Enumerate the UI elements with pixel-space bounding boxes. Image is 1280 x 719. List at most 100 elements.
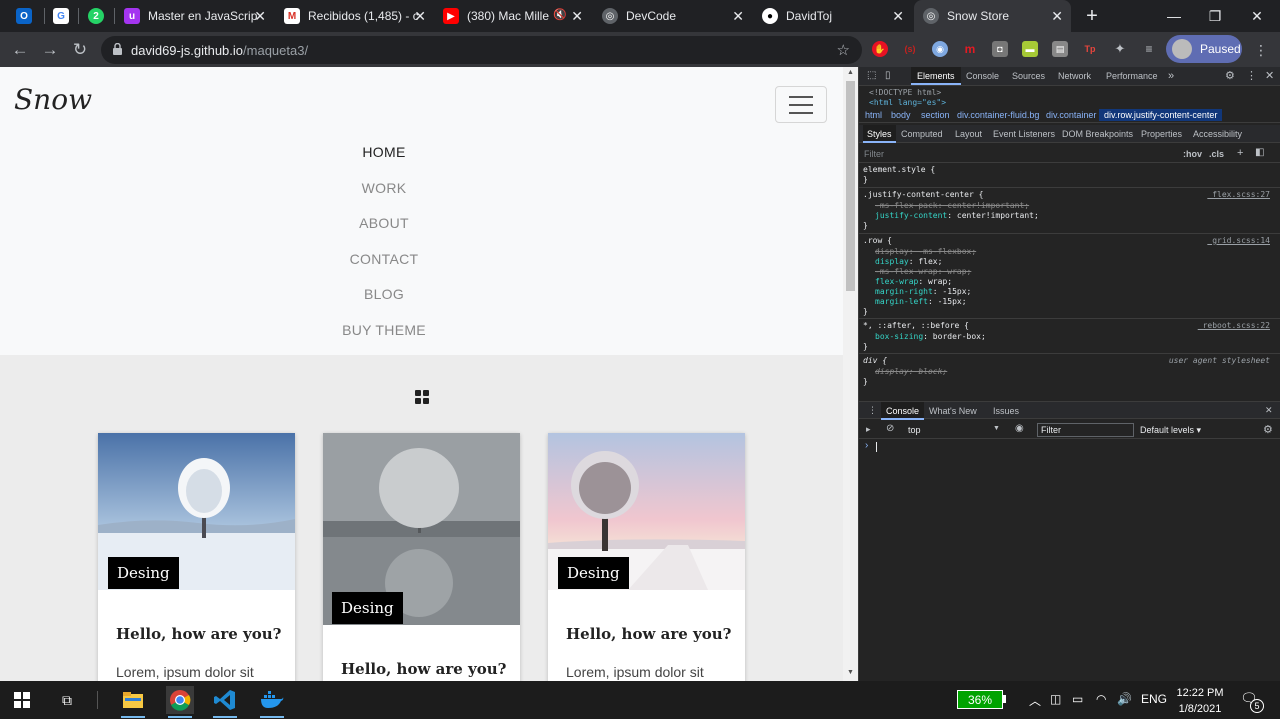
- forward-button[interactable]: →: [38, 38, 62, 62]
- style-source-link[interactable]: _reboot.scss:22: [1198, 321, 1270, 330]
- scroll-down-arrow-icon[interactable]: ▼: [847, 669, 854, 676]
- devtools-more-tabs[interactable]: »: [1168, 67, 1174, 85]
- volume-icon[interactable]: 🔊: [1117, 692, 1132, 706]
- tab-davidtoj[interactable]: ● DavidToj ✕: [762, 0, 912, 32]
- style-rule-selector[interactable]: .justify-content-center {: [863, 190, 983, 199]
- new-style-rule-icon[interactable]: +: [1237, 147, 1243, 159]
- settings-gear-icon[interactable]: ⚙: [1225, 69, 1235, 82]
- nav-link-blog[interactable]: BLOG: [0, 286, 768, 302]
- breadcrumb-item[interactable]: section: [921, 110, 950, 120]
- close-icon[interactable]: ✕: [414, 8, 426, 24]
- style-declaration-overridden[interactable]: display: block;: [875, 367, 947, 376]
- devtools-tab-elements[interactable]: Elements: [911, 67, 961, 85]
- bookmark-star-icon[interactable]: ☆: [837, 41, 850, 59]
- new-tab-button[interactable]: +: [1082, 5, 1102, 27]
- hov-toggle[interactable]: :hov: [1183, 149, 1202, 159]
- log-levels-select[interactable]: Default levels ▾: [1140, 425, 1201, 436]
- puzzle-extensions-icon[interactable]: ✦: [1112, 41, 1128, 57]
- drawer-tab-console[interactable]: Console: [881, 402, 925, 420]
- card-title[interactable]: Hello, how are you?: [566, 625, 731, 643]
- drawer-menu-icon[interactable]: ⋮: [868, 405, 877, 416]
- back-button[interactable]: ←: [8, 38, 32, 62]
- battery-icon[interactable]: ▭: [1072, 692, 1083, 706]
- close-drawer-icon[interactable]: ✕: [1265, 405, 1273, 416]
- wifi-icon[interactable]: ◠: [1096, 692, 1106, 706]
- close-icon[interactable]: ✕: [254, 8, 266, 24]
- show-hidden-icons-chevron-icon[interactable]: ︿: [1029, 692, 1041, 709]
- close-icon[interactable]: ✕: [892, 8, 904, 24]
- close-icon[interactable]: ✕: [1051, 8, 1063, 24]
- docker-taskbar-icon[interactable]: [258, 686, 286, 718]
- profile-button[interactable]: Paused: [1166, 35, 1242, 63]
- battery-indicator[interactable]: 36%: [957, 690, 1003, 709]
- chrome-taskbar-icon[interactable]: [166, 686, 194, 718]
- tab-snow-store[interactable]: ◎ Snow Store ✕: [914, 0, 1071, 32]
- style-declaration[interactable]: display: flex;: [875, 257, 942, 266]
- extension-icon[interactable]: ◉: [932, 41, 948, 57]
- extension-adblock-icon[interactable]: ✋: [872, 41, 888, 57]
- subtab-event-listeners[interactable]: Event Listeners: [993, 125, 1055, 143]
- windows-start-icon[interactable]: [8, 686, 36, 714]
- taskbar-clock[interactable]: 12:22 PM 1/8/2021: [1170, 685, 1230, 717]
- console-filter-input[interactable]: Filter: [1037, 423, 1134, 437]
- subtab-layout[interactable]: Layout: [955, 125, 982, 143]
- clear-console-icon[interactable]: ⊘: [886, 423, 894, 434]
- address-bar[interactable]: david69-js.github.io/maqueta3/ ☆: [101, 36, 862, 64]
- style-source-link[interactable]: _grid.scss:14: [1207, 236, 1270, 245]
- toggle-sidebar-icon[interactable]: ◧: [1255, 147, 1264, 158]
- input-language[interactable]: ENG: [1141, 692, 1167, 706]
- dom-html-line[interactable]: <html lang="es">: [869, 98, 946, 107]
- devtools-menu-icon[interactable]: ⋮: [1246, 69, 1257, 82]
- grid-view-icon[interactable]: [415, 390, 429, 404]
- page-scrollbar[interactable]: ▲ ▼: [843, 67, 858, 681]
- style-declaration-overridden[interactable]: -ms-flex-wrap: wrap;: [875, 267, 971, 276]
- style-declaration-overridden[interactable]: display: -ms-flexbox;: [875, 247, 976, 256]
- reading-list-icon[interactable]: ≡: [1141, 41, 1157, 57]
- extension-icon[interactable]: m: [962, 41, 978, 57]
- close-icon[interactable]: ✕: [571, 8, 583, 24]
- card-title[interactable]: Hello, how are you?: [341, 660, 506, 678]
- outlook-pinned-tab[interactable]: O: [16, 8, 32, 24]
- vscode-taskbar-icon[interactable]: [211, 686, 239, 718]
- card-title[interactable]: Hello, how are you?: [116, 625, 281, 643]
- subtab-styles[interactable]: Styles: [863, 125, 896, 143]
- tab-gmail[interactable]: M Recibidos (1,485) - c ✕: [284, 0, 434, 32]
- site-logo[interactable]: Snow: [14, 83, 92, 116]
- menu-kebab-icon[interactable]: ⋮: [1249, 38, 1273, 62]
- device-toolbar-icon[interactable]: ▯: [885, 70, 891, 81]
- extension-icon[interactable]: Tp: [1082, 41, 1098, 57]
- breadcrumb-item[interactable]: html: [865, 110, 882, 120]
- style-declaration[interactable]: justify-content: center!important;: [875, 211, 1039, 220]
- scrollbar-thumb[interactable]: [846, 81, 855, 291]
- style-declaration[interactable]: margin-left: -15px;: [875, 297, 967, 306]
- dom-doctype-line[interactable]: <!DOCTYPE html>: [869, 88, 941, 97]
- breadcrumb-item[interactable]: body: [891, 110, 911, 120]
- google-pinned-tab[interactable]: G: [53, 8, 69, 24]
- devtools-tab-sources[interactable]: Sources: [1012, 67, 1045, 85]
- extension-icon[interactable]: ▬: [1022, 41, 1038, 57]
- card-category-tag[interactable]: Desing: [558, 557, 629, 589]
- style-declaration[interactable]: flex-wrap: wrap;: [875, 277, 952, 286]
- drawer-tab-issues[interactable]: Issues: [993, 402, 1019, 420]
- reload-button[interactable]: ↻: [68, 38, 92, 62]
- blog-card[interactable]: Desing Hello, how are you? Lorem, ipsum …: [548, 433, 745, 681]
- console-input[interactable]: [876, 442, 877, 452]
- nav-link-about[interactable]: ABOUT: [0, 215, 768, 231]
- style-rule-selector[interactable]: element.style {: [863, 165, 935, 174]
- style-rule-selector[interactable]: div {: [863, 356, 887, 365]
- minimize-button[interactable]: —: [1151, 0, 1197, 32]
- card-category-tag[interactable]: Desing: [332, 592, 403, 624]
- extension-icon[interactable]: (s): [902, 41, 918, 57]
- scroll-up-arrow-icon[interactable]: ▲: [847, 69, 854, 76]
- card-category-tag[interactable]: Desing: [108, 557, 179, 589]
- nav-link-contact[interactable]: CONTACT: [0, 251, 768, 267]
- tab-master-javascript[interactable]: u Master en JavaScrip ✕: [124, 0, 274, 32]
- devtools-tab-performance[interactable]: Performance: [1106, 67, 1158, 85]
- styles-filter-input[interactable]: Filter: [864, 149, 884, 159]
- blog-card[interactable]: Desing Hello, how are you?: [323, 433, 520, 681]
- style-source-link[interactable]: _flex.scss:27: [1207, 190, 1270, 199]
- breadcrumb-item-selected[interactable]: div.row.justify-content-center: [1099, 109, 1223, 121]
- meet-now-icon[interactable]: ◫: [1050, 692, 1061, 706]
- devtools-tab-console[interactable]: Console: [966, 67, 999, 85]
- subtab-computed[interactable]: Computed: [901, 125, 943, 143]
